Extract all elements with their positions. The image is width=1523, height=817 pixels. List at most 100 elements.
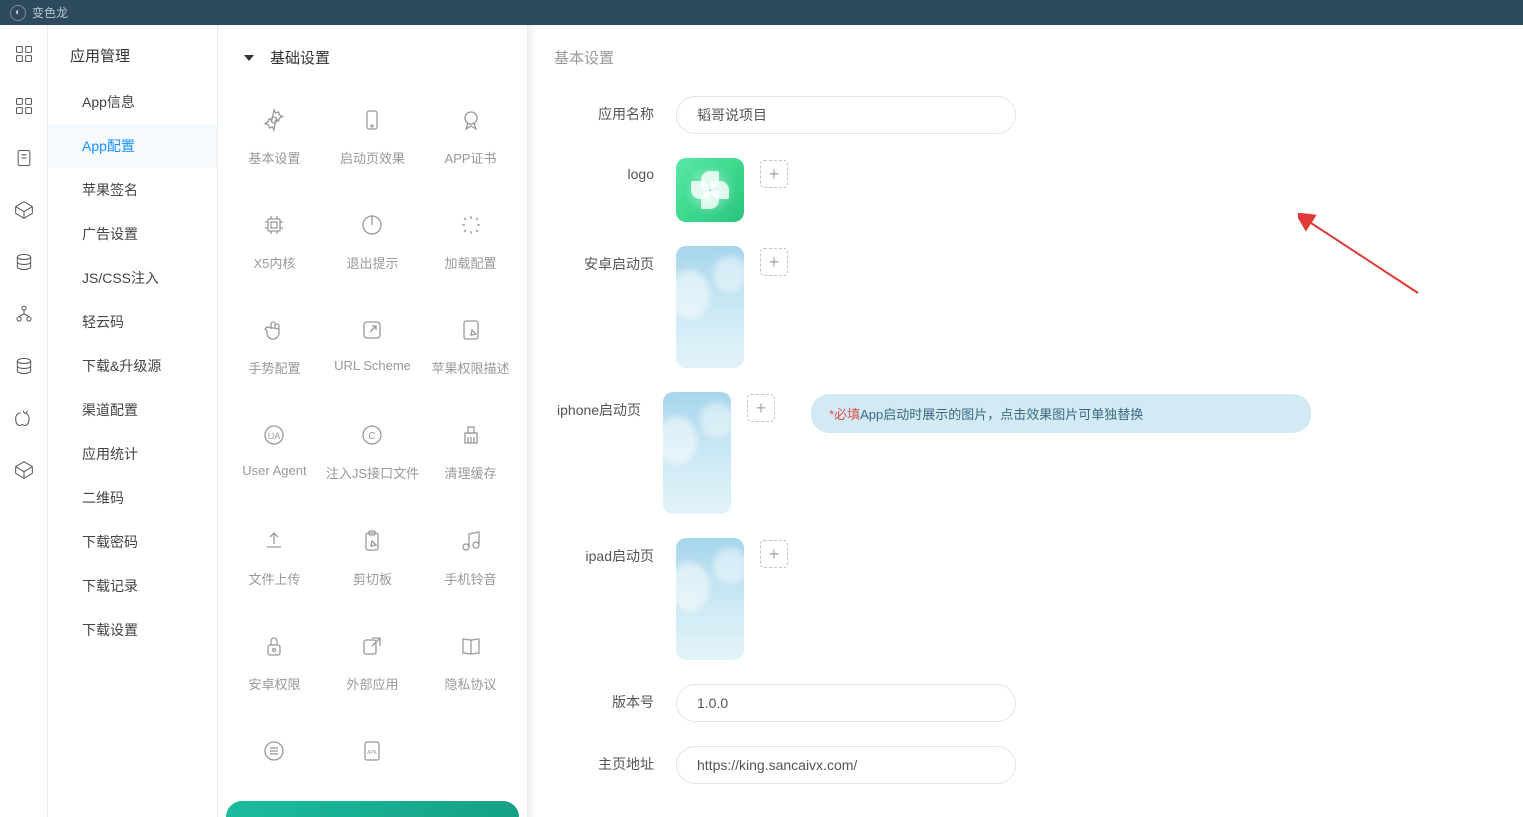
settings-cell-label: 清理缓存 bbox=[445, 463, 497, 482]
settings-splash-effect[interactable]: 启动页效果 bbox=[321, 84, 424, 189]
settings-cell-label: 安卓权限 bbox=[248, 674, 300, 693]
app-name-label: 应用名称 bbox=[546, 96, 676, 124]
settings-cell-label: URL Scheme bbox=[334, 358, 411, 373]
spinner-icon bbox=[457, 211, 485, 239]
settings-cell-label: 手势配置 bbox=[248, 358, 300, 377]
phone-icon bbox=[358, 106, 386, 134]
settings-android-permission[interactable]: 安卓权限 bbox=[228, 610, 321, 715]
settings-column: 基础设置 基本设置 启动页效果 APP证书 X5内核 退出提示 加载配置 手势配… bbox=[218, 25, 528, 817]
settings-external-app[interactable]: 外部应用 bbox=[321, 610, 424, 715]
music-icon bbox=[457, 527, 485, 555]
document-icon[interactable] bbox=[13, 147, 35, 169]
cube-icon[interactable] bbox=[13, 459, 35, 481]
settings-user-agent[interactable]: UAUser Agent bbox=[228, 399, 321, 504]
settings-cell-label: 隐私协议 bbox=[445, 674, 497, 693]
sidebar-item-download-password[interactable]: 下载密码 bbox=[48, 520, 217, 564]
settings-url-scheme[interactable]: URL Scheme bbox=[321, 294, 424, 399]
settings-gesture[interactable]: 手势配置 bbox=[228, 294, 321, 399]
ipad-splash-preview[interactable] bbox=[676, 538, 744, 660]
lock-icon bbox=[260, 632, 288, 660]
sidebar-title: 应用管理 bbox=[48, 45, 217, 80]
iphone-splash-preview[interactable] bbox=[663, 392, 731, 514]
logo-upload-button[interactable]: + bbox=[760, 160, 788, 188]
package-icon[interactable] bbox=[13, 199, 35, 221]
external-icon bbox=[358, 632, 386, 660]
main-content: 基本设置 应用名称 logo + 安卓启动页 + iphone启动页 + bbox=[528, 25, 1523, 817]
sidebar-item-download-log[interactable]: 下载记录 bbox=[48, 564, 217, 608]
settings-cell-label: 启动页效果 bbox=[340, 148, 405, 167]
settings-exit-prompt[interactable]: 退出提示 bbox=[321, 189, 424, 294]
settings-apk-extra[interactable]: APK bbox=[321, 715, 424, 801]
iphone-splash-label: iphone启动页 bbox=[546, 392, 663, 420]
settings-cell-label: 注入JS接口文件 bbox=[326, 463, 419, 482]
logo-label: logo bbox=[546, 158, 676, 182]
app-logo-icon: ◐ bbox=[10, 5, 26, 21]
settings-basic[interactable]: 基本设置 bbox=[228, 84, 321, 189]
version-input[interactable] bbox=[676, 684, 1016, 722]
grid-icon[interactable] bbox=[13, 43, 35, 65]
hand-icon bbox=[260, 316, 288, 344]
android-splash-label: 安卓启动页 bbox=[546, 246, 676, 274]
tree-icon[interactable] bbox=[13, 303, 35, 325]
settings-cell-label: 基本设置 bbox=[248, 148, 300, 167]
settings-privacy[interactable]: 隐私协议 bbox=[424, 610, 517, 715]
settings-x5-core[interactable]: X5内核 bbox=[228, 189, 321, 294]
android-splash-preview[interactable] bbox=[676, 246, 744, 368]
svg-text:APK: APK bbox=[367, 750, 378, 756]
apple-icon[interactable] bbox=[13, 407, 35, 429]
settings-clear-cache[interactable]: 清理缓存 bbox=[424, 399, 517, 504]
sidebar-item-download-settings[interactable]: 下载设置 bbox=[48, 608, 217, 652]
settings-header-title: 基础设置 bbox=[270, 47, 330, 68]
svg-text:C: C bbox=[369, 431, 376, 442]
edit-doc-icon bbox=[457, 316, 485, 344]
top-bar: ◐ 变色龙 bbox=[0, 0, 1523, 25]
sidebar-item-app-stats[interactable]: 应用统计 bbox=[48, 432, 217, 476]
android-splash-upload-button[interactable]: + bbox=[760, 248, 788, 276]
sidebar-item-app-config[interactable]: App配置 bbox=[48, 124, 217, 168]
settings-header[interactable]: 基础设置 bbox=[218, 25, 527, 84]
settings-inject-js[interactable]: C 注入JS接口文件 bbox=[321, 399, 424, 504]
sidebar-item-channel-config[interactable]: 渠道配置 bbox=[48, 388, 217, 432]
sidebar-item-qrcode[interactable]: 二维码 bbox=[48, 476, 217, 520]
bottom-action-bar[interactable] bbox=[226, 801, 519, 817]
settings-cell-label: 文件上传 bbox=[248, 569, 300, 588]
settings-cell-label: APP证书 bbox=[445, 148, 497, 167]
settings-loading-config[interactable]: 加载配置 bbox=[424, 189, 517, 294]
sidebar-item-cloud-code[interactable]: 轻云码 bbox=[48, 300, 217, 344]
hint-bubble: *必填 App启动时展示的图片，点击效果图片可单独替换 bbox=[811, 394, 1311, 433]
settings-cell-label: 外部应用 bbox=[346, 674, 398, 693]
sidebar-item-app-info[interactable]: App信息 bbox=[48, 80, 217, 124]
gear-icon bbox=[260, 106, 288, 134]
settings-file-upload[interactable]: 文件上传 bbox=[228, 505, 321, 610]
hint-text: App启动时展示的图片，点击效果图片可单独替换 bbox=[860, 404, 1143, 423]
sidebar-item-download-upgrade[interactable]: 下载&升级源 bbox=[48, 344, 217, 388]
logo-preview[interactable] bbox=[676, 158, 744, 222]
app-name: 变色龙 bbox=[32, 4, 68, 21]
grid-alt-icon[interactable] bbox=[13, 95, 35, 117]
home-url-input[interactable] bbox=[676, 746, 1016, 784]
iphone-splash-upload-button[interactable]: + bbox=[747, 394, 775, 422]
settings-app-cert[interactable]: APP证书 bbox=[424, 84, 517, 189]
settings-cell-label: 加载配置 bbox=[445, 253, 497, 272]
settings-cell-label: 手机铃音 bbox=[445, 569, 497, 588]
chip-icon bbox=[260, 211, 288, 239]
settings-menu-extra[interactable] bbox=[228, 715, 321, 801]
sidebar-item-apple-sign[interactable]: 苹果签名 bbox=[48, 168, 217, 212]
menu-icon bbox=[260, 737, 288, 765]
settings-clipboard[interactable]: 剪切板 bbox=[321, 505, 424, 610]
clipboard-icon bbox=[358, 527, 386, 555]
hint-required: *必填 bbox=[829, 404, 860, 423]
settings-cell-label: 剪切板 bbox=[353, 569, 392, 588]
sidebar-item-jscss-inject[interactable]: JS/CSS注入 bbox=[48, 256, 217, 300]
sidebar: 应用管理 App信息 App配置 苹果签名 广告设置 JS/CSS注入 轻云码 … bbox=[48, 25, 218, 817]
database-icon[interactable] bbox=[13, 251, 35, 273]
upload-icon bbox=[260, 527, 288, 555]
settings-apple-permission[interactable]: 苹果权限描述 bbox=[424, 294, 517, 399]
link-out-icon bbox=[358, 316, 386, 344]
database-alt-icon[interactable] bbox=[13, 355, 35, 377]
settings-ringtone[interactable]: 手机铃音 bbox=[424, 505, 517, 610]
power-icon bbox=[358, 211, 386, 239]
sidebar-item-ad-settings[interactable]: 广告设置 bbox=[48, 212, 217, 256]
ipad-splash-upload-button[interactable]: + bbox=[760, 540, 788, 568]
app-name-input[interactable] bbox=[676, 96, 1016, 134]
